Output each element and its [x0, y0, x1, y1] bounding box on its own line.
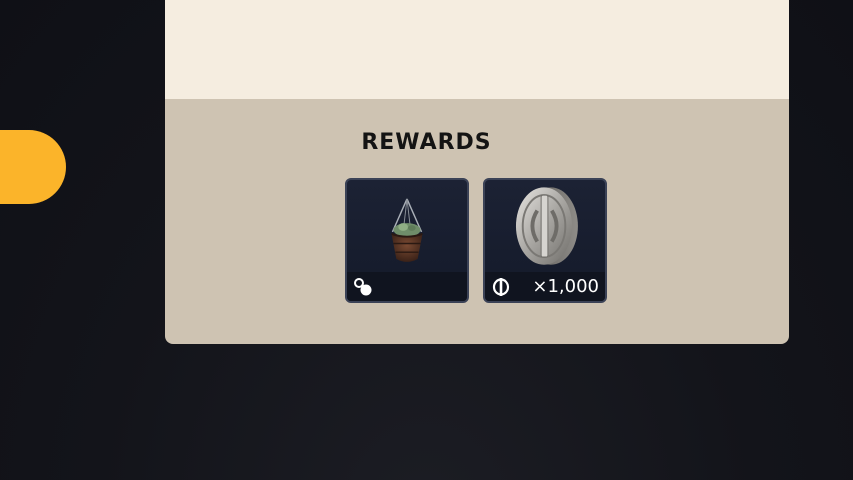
hanging-planter-icon	[391, 198, 423, 262]
reward-item-coins[interactable]: ×1,000	[483, 178, 607, 303]
reward-item-planter[interactable]	[345, 178, 469, 303]
rewards-heading: REWARDS	[361, 130, 492, 155]
panel-content-area	[165, 0, 789, 99]
charm-icon	[354, 278, 372, 296]
reward-quantity: ×1,000	[532, 276, 599, 297]
silver-coin-icon	[515, 187, 578, 265]
currency-icon	[492, 278, 510, 296]
rewards-panel	[165, 0, 789, 344]
